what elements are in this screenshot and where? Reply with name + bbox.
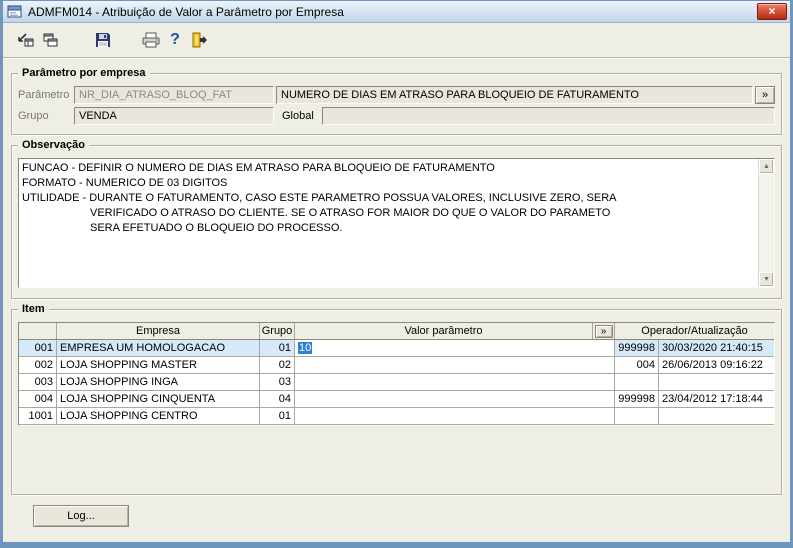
selected-text: 10: [298, 342, 313, 354]
parameter-groupbox: Parâmetro por empresa Parâmetro NR_DIA_A…: [11, 67, 782, 135]
valor-parametro-editor[interactable]: 10: [295, 340, 615, 356]
valor-parametro-cell: [295, 357, 615, 373]
row-number-cell: 002: [19, 357, 57, 373]
atualizacao-cell: [659, 408, 774, 424]
window-title: ADMFM014 - Atribuição de Valor a Parâmet…: [28, 4, 344, 19]
log-button[interactable]: Log...: [33, 505, 129, 527]
observation-line: FUNCAO - DEFINIR O NUMERO DE DIAS EM ATR…: [22, 162, 495, 174]
exit-icon[interactable]: [187, 27, 211, 53]
observation-scrollbar[interactable]: ▲ ▼: [758, 159, 774, 287]
operador-cell: 999998: [615, 340, 659, 356]
table-row[interactable]: 003 LOJA SHOPPING INGA 03: [19, 374, 774, 391]
scroll-up-icon[interactable]: ▲: [759, 159, 774, 174]
app-window: ADMFM014 - Atribuição de Valor a Parâmet…: [0, 0, 793, 548]
parameter-expand-button[interactable]: »: [755, 86, 775, 104]
observation-line: UTILIDADE - DURANTE O FATURAMENTO, CASO …: [22, 192, 617, 204]
table-row[interactable]: 001 EMPRESA UM HOMOLOGACAO 01 10 999998 …: [19, 340, 774, 357]
footer: Log...: [33, 505, 782, 527]
copy-records-icon[interactable]: [39, 27, 63, 53]
header-expand-cell: »: [593, 323, 615, 339]
grupo-cell: 03: [260, 374, 295, 390]
grupo-cell: 02: [260, 357, 295, 373]
operador-cell: 999998: [615, 391, 659, 407]
parameter-code-field[interactable]: NR_DIA_ATRASO_BLOQ_FAT: [74, 86, 274, 104]
header-operador-atualizacao: Operador/Atualização: [641, 325, 748, 337]
parameter-description-field[interactable]: NUMERO DE DIAS EM ATRASO PARA BLOQUEIO D…: [276, 86, 753, 104]
title-bar[interactable]: ADMFM014 - Atribuição de Valor a Parâmet…: [3, 1, 790, 23]
operador-cell: 004: [615, 357, 659, 373]
global-field[interactable]: [321, 107, 775, 125]
grupo-cell: 04: [260, 391, 295, 407]
scroll-down-icon[interactable]: ▼: [759, 272, 774, 287]
close-icon: ×: [768, 4, 776, 18]
chevron-right-icon: »: [761, 89, 769, 101]
empresa-cell: LOJA SHOPPING INGA: [57, 374, 260, 390]
grupo-cell: 01: [260, 340, 295, 356]
item-grid: Empresa Grupo Valor parâmetro » Operador…: [18, 322, 775, 426]
operador-cell: [615, 374, 659, 390]
grupo-cell: 01: [260, 408, 295, 424]
toolbar: ?: [3, 23, 790, 57]
atualizacao-cell: [659, 374, 774, 390]
empresa-cell: LOJA SHOPPING CINQUENTA: [57, 391, 260, 407]
empresa-cell: LOJA SHOPPING CENTRO: [57, 408, 260, 424]
atualizacao-cell: 23/04/2012 17:18:44: [662, 393, 763, 405]
save-icon[interactable]: [91, 27, 115, 53]
group-label: Grupo: [18, 110, 49, 122]
table-row[interactable]: 004 LOJA SHOPPING CINQUENTA 04 999998 23…: [19, 391, 774, 408]
valor-parametro-cell: [295, 391, 615, 407]
item-groupbox: Item Empresa Grupo Valor parâmetro » Ope…: [11, 303, 782, 495]
header-empresa: Empresa: [57, 323, 260, 339]
header-valor-parametro: Valor parâmetro: [295, 323, 593, 339]
observation-line: SERA EFETUADO O BLOQUEIO DO PROCESSO.: [90, 222, 343, 234]
grid-header-row: Empresa Grupo Valor parâmetro » Operador…: [19, 323, 774, 340]
header-grupo: Grupo: [260, 323, 295, 339]
export-record-icon[interactable]: [13, 27, 37, 53]
table-row[interactable]: 002 LOJA SHOPPING MASTER 02 004 26/06/20…: [19, 357, 774, 374]
parameter-label: Parâmetro: [18, 89, 70, 101]
group-field[interactable]: VENDA: [74, 107, 274, 125]
parameter-groupbox-legend: Parâmetro por empresa: [18, 67, 150, 80]
empresa-cell: EMPRESA UM HOMOLOGACAO: [57, 340, 260, 356]
print-icon[interactable]: [139, 27, 163, 53]
valor-parametro-cell: [295, 374, 615, 390]
row-number-cell: 003: [19, 374, 57, 390]
atualizacao-cell: 26/06/2013 09:16:22: [662, 359, 763, 371]
atualizacao-cell: 30/03/2020 21:40:15: [659, 340, 774, 356]
header-row-number: [19, 323, 57, 339]
operador-cell: [615, 408, 659, 424]
valor-parametro-cell: [295, 408, 615, 424]
grid-expand-button[interactable]: »: [594, 324, 613, 338]
close-button[interactable]: ×: [757, 3, 787, 20]
observation-groupbox-legend: Observação: [18, 139, 89, 152]
observation-groupbox: Observação FUNCAO - DEFINIR O NUMERO DE …: [11, 139, 782, 299]
chevron-right-icon: »: [600, 325, 607, 337]
row-number-cell: 004: [19, 391, 57, 407]
item-groupbox-legend: Item: [18, 303, 49, 316]
help-icon[interactable]: ?: [163, 27, 187, 53]
empresa-cell: LOJA SHOPPING MASTER: [57, 357, 260, 373]
observation-textarea[interactable]: FUNCAO - DEFINIR O NUMERO DE DIAS EM ATR…: [18, 158, 775, 288]
observation-line: VERIFICADO O ATRASO DO CLIENTE. SE O ATR…: [90, 207, 611, 219]
app-icon: [7, 4, 23, 20]
row-number-cell: 001: [19, 340, 57, 356]
content-area: Parâmetro por empresa Parâmetro NR_DIA_A…: [3, 59, 790, 542]
observation-line: FORMATO - NUMERICO DE 03 DIGITOS: [22, 177, 228, 189]
table-row[interactable]: 1001 LOJA SHOPPING CENTRO 01: [19, 408, 774, 425]
global-label: Global: [282, 110, 314, 122]
row-number-cell: 1001: [19, 408, 57, 424]
